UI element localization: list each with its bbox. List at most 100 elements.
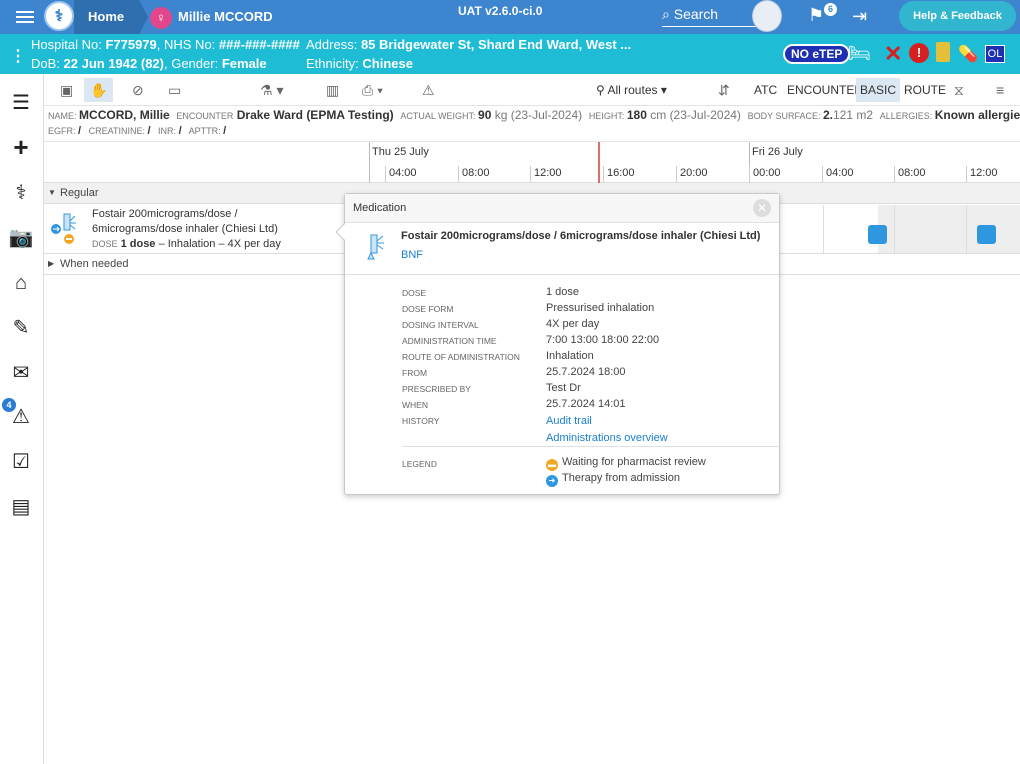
administration-view-icon[interactable]: ✋ xyxy=(84,78,114,102)
logout-icon[interactable]: ⇥ xyxy=(852,6,867,27)
detail-label: DOSING INTERVAL xyxy=(402,320,479,330)
administrations-overview-link[interactable]: Administrations overview xyxy=(546,432,668,444)
print-icon[interactable]: ⎙ ▾ xyxy=(362,80,383,100)
close-icon[interactable]: ✕ xyxy=(753,199,771,217)
legend-item: ▬ Waiting for pharmacist review xyxy=(546,456,706,471)
patient-breadcrumb[interactable]: ♀ Millie MCCORD xyxy=(150,0,273,34)
bsa-value-decimals: 121 xyxy=(833,108,854,122)
chart-view-icon[interactable]: ▣ xyxy=(60,80,73,100)
atc-button[interactable]: ATC xyxy=(754,83,777,97)
dob: 22 Jun 1942 (82) xyxy=(63,56,164,71)
encounter-value: Drake Ward (EPMA Testing) xyxy=(236,108,394,122)
dose-value: 1 dose xyxy=(120,238,156,250)
app-logo[interactable]: ⚕ xyxy=(44,1,74,31)
warning-icon[interactable]: ⚠ xyxy=(422,80,435,100)
dose-label: DOSE xyxy=(92,239,118,249)
detail-label: WHEN xyxy=(402,400,428,410)
camera-icon[interactable]: 📷 xyxy=(8,225,34,251)
nhs-no: ###-###-#### xyxy=(218,37,300,52)
pill-icon[interactable]: 💊 xyxy=(958,44,978,64)
clipboard-icon[interactable] xyxy=(936,42,950,62)
weight-label: ACTUAL WEIGHT xyxy=(400,111,474,121)
scheduled-dose-marker[interactable] xyxy=(868,225,887,244)
list-icon[interactable]: ☰ xyxy=(8,90,34,116)
divider xyxy=(402,446,779,447)
emergency-exit-icon[interactable]: ⚠ xyxy=(8,404,34,430)
audit-trail-link[interactable]: Audit trail xyxy=(546,415,592,427)
address-label: Address: xyxy=(306,37,358,52)
detail-value: 25.7.2024 14:01 xyxy=(546,398,626,410)
name-label: NAME xyxy=(48,111,75,121)
sort-icon[interactable]: ⇵ xyxy=(718,80,730,100)
detail-label: PRESCRIBED BY xyxy=(402,384,471,394)
allergies-value[interactable]: Known allergies xyxy=(935,108,1020,122)
user-avatar[interactable] xyxy=(752,0,782,32)
bsa-value: 2. xyxy=(822,108,833,122)
bnf-link[interactable]: BNF xyxy=(401,249,423,261)
detail-value: 25.7.2024 18:00 xyxy=(546,366,626,378)
cross-icon[interactable]: ✕ xyxy=(884,41,902,67)
timeline-day: Fri 26 July xyxy=(752,146,803,158)
document-icon[interactable]: ▭ xyxy=(168,80,181,100)
home-medical-icon[interactable]: ⌂ xyxy=(8,270,34,296)
search-icon: ⌕ xyxy=(662,6,674,22)
inr-value: / xyxy=(178,125,182,137)
menu-icon[interactable] xyxy=(16,8,34,26)
prescription-edit-icon[interactable]: ✎ xyxy=(8,315,34,341)
detail-label: ROUTE OF ADMINISTRATION xyxy=(402,352,520,362)
legend-label: LEGEND xyxy=(402,459,437,469)
capsule-icon[interactable]: ⧖ xyxy=(954,80,964,100)
popup-medication-title: Fostair 200micrograms/dose / 6micrograms… xyxy=(401,230,761,242)
scheduled-dose-marker[interactable] xyxy=(977,225,996,244)
cabinet-icon[interactable]: ▤ xyxy=(8,494,34,520)
inr-label: INR xyxy=(158,126,174,136)
ethnicity: Chinese xyxy=(362,56,413,71)
weight-date: (23-Jul-2024) xyxy=(510,108,583,122)
dose-separator: – xyxy=(158,238,165,250)
home-breadcrumb[interactable]: Home xyxy=(74,0,149,34)
stethoscope-icon[interactable]: ⚕ xyxy=(8,180,34,206)
patient-ids: Hospital No: F775979, NHS No: ###-###-##… xyxy=(31,37,300,52)
encounter-button[interactable]: ENCOUNTER xyxy=(787,83,863,97)
no-entry-icon[interactable]: ⊘ xyxy=(132,80,144,100)
timeline-header: Thu 25 July Fri 26 July 04:00 08:00 12:0… xyxy=(44,141,1020,183)
detail-label: FROM xyxy=(402,368,428,378)
gender-label: Gender: xyxy=(171,56,219,71)
detail-label: DOSE FORM xyxy=(402,304,454,314)
divider xyxy=(345,274,779,275)
timeline-hour: 00:00 xyxy=(749,166,781,182)
detail-value: Inhalation xyxy=(546,350,594,362)
search-button[interactable]: ⌕ Search xyxy=(662,4,758,27)
checklist-icon[interactable]: ☑ xyxy=(8,449,34,475)
top-bar: ⚕ Home ♀ Millie MCCORD UAT v2.6.0-ci.0 ⌕ … xyxy=(0,0,1020,34)
help-feedback-button[interactable]: Help & Feedback xyxy=(899,1,1016,31)
detail-label: HISTORY xyxy=(402,416,440,426)
basic-button[interactable]: BASIC xyxy=(856,78,901,102)
routes-dropdown[interactable]: ⚲ All routes ▾ xyxy=(596,83,692,97)
pharmacist-review-icon: ▬ xyxy=(546,459,558,471)
add-icon[interactable]: + xyxy=(8,134,34,160)
alert-icon[interactable]: ! xyxy=(909,43,929,63)
current-time-marker xyxy=(598,142,600,183)
timeline-hour: 12:00 xyxy=(966,166,998,182)
search-label: Search xyxy=(673,6,719,22)
add-order-icon[interactable]: ▥ xyxy=(326,80,339,100)
hamburger-icon[interactable]: ≡ xyxy=(996,80,1004,100)
timeline-day: Thu 25 July xyxy=(372,146,429,158)
patient-ethnicity: Ethnicity: Chinese xyxy=(306,56,413,71)
timeline-hour: 08:00 xyxy=(458,166,490,182)
route-button[interactable]: ROUTE xyxy=(904,83,946,97)
more-options-icon[interactable]: ⋮ xyxy=(10,46,26,66)
egfr-value: / xyxy=(78,125,82,137)
add-medication-icon[interactable]: ⚗ ▾ xyxy=(260,80,283,100)
flag-icon[interactable]: ⚑ xyxy=(808,5,824,26)
bed-icon[interactable]: 🛏 xyxy=(848,43,871,64)
ol-badge[interactable]: OL xyxy=(985,45,1005,63)
female-patient-icon: ♀ xyxy=(150,6,172,29)
allergies-label: ALLERGIES xyxy=(879,111,930,121)
no-etep-badge[interactable]: NO eTEP xyxy=(783,44,851,64)
medication-name-line2: 6micrograms/dose inhaler (Chiesi Ltd) xyxy=(92,223,278,235)
lab-values-line: EGFR: / CREATININE: / INR: / APTTR: / xyxy=(48,125,227,137)
height-label: HEIGHT xyxy=(588,111,622,121)
inbox-icon[interactable]: ✉ xyxy=(8,360,34,386)
